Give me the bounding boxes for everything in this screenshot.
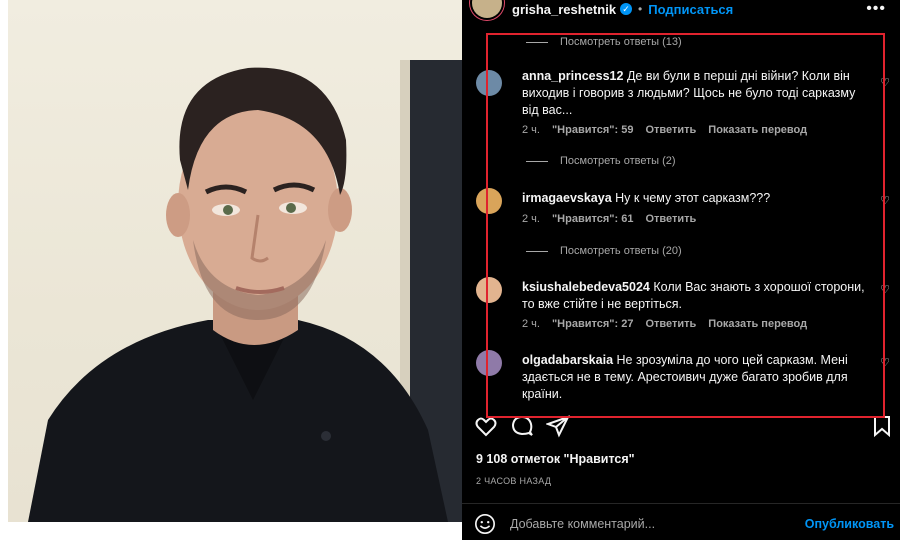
commenter-username[interactable]: irmagaevskaya (522, 191, 612, 205)
commenter-avatar[interactable] (476, 277, 502, 303)
translate-button[interactable]: Показать перевод (708, 318, 807, 330)
comment-time[interactable]: 2 ч. (522, 318, 540, 330)
replies-line (526, 160, 548, 162)
view-replies-button[interactable]: Посмотреть ответы (20) (526, 245, 682, 257)
reply-button[interactable]: Ответить (645, 124, 696, 136)
replies-line (526, 41, 548, 43)
comment-text-block: irmagaevskaya Ну к чему этот сарказм??? (522, 190, 872, 207)
reply-button[interactable]: Ответить (645, 318, 696, 330)
reply-button[interactable]: Ответить (645, 213, 696, 225)
comment-time[interactable]: 2 ч. (522, 213, 540, 225)
view-replies-label: Посмотреть ответы (13) (560, 36, 682, 48)
post-header: grisha_reshetnik ✓ • Подписаться ••• (472, 0, 900, 18)
more-options-icon[interactable]: ••• (866, 0, 886, 18)
portrait-illustration (28, 60, 462, 522)
comment-likes[interactable]: "Нравится": 61 (552, 213, 633, 225)
commenter-avatar[interactable] (476, 350, 502, 376)
replies-line (526, 250, 548, 252)
commenter-username[interactable]: anna_princess12 (522, 69, 623, 83)
comment-likes[interactable]: "Нравится": 27 (552, 318, 633, 330)
comment-meta: 2 ч. "Нравится": 59 Ответить Показать пе… (522, 124, 807, 136)
commenter-username[interactable]: olgadabarskaia (522, 353, 613, 367)
like-heart-icon[interactable] (474, 414, 498, 438)
post-image (8, 0, 462, 522)
publish-button[interactable]: Опубликовать (805, 517, 894, 531)
author-avatar[interactable] (472, 0, 502, 18)
verified-badge-icon: ✓ (620, 3, 633, 15)
post-action-bar (474, 414, 894, 442)
comment-text: Ну к чему этот сарказм??? (615, 191, 771, 205)
commenter-username[interactable]: ksiushalebedeva5024 (522, 280, 650, 294)
separator-dot: • (638, 2, 643, 16)
comment-text-block: olgadabarskaia Не зрозуміла до чого цей … (522, 352, 872, 403)
view-replies-button[interactable]: Посмотреть ответы (2) (526, 155, 676, 167)
comment-meta: 2 ч. "Нравится": 61 Ответить (522, 213, 696, 225)
comment-likes[interactable]: "Нравится": 59 (552, 124, 633, 136)
comment-text-block: ksiushalebedeva5024 Коли Вас знають з хо… (522, 279, 872, 313)
comment-text-block: anna_princess12 Де ви були в перші дні в… (522, 68, 872, 119)
comment-input[interactable]: Добавьте комментарий... (510, 517, 805, 531)
post-photo[interactable] (0, 0, 462, 540)
comment-bubble-icon[interactable] (510, 414, 534, 438)
comments-list[interactable]: Посмотреть ответы (13) anna_princess12 Д… (462, 30, 900, 412)
view-replies-label: Посмотреть ответы (2) (560, 155, 676, 167)
likes-count[interactable]: 9 108 отметок "Нравится" (476, 452, 635, 466)
add-comment-bar: Добавьте комментарий... Опубликовать (474, 512, 894, 536)
comment-heart-icon[interactable]: ♡ (880, 283, 890, 296)
view-replies-button[interactable]: Посмотреть ответы (13) (526, 36, 682, 48)
bookmark-icon[interactable] (870, 414, 894, 438)
view-replies-label: Посмотреть ответы (20) (560, 245, 682, 257)
post-side-panel: grisha_reshetnik ✓ • Подписаться ••• Пос… (462, 0, 900, 540)
translate-button[interactable]: Показать перевод (708, 124, 807, 136)
comment-meta: 2 ч. "Нравится": 27 Ответить Показать пе… (522, 318, 807, 330)
emoji-icon[interactable] (474, 513, 496, 535)
comment-time[interactable]: 2 ч. (522, 124, 540, 136)
share-send-icon[interactable] (546, 414, 570, 438)
commenter-avatar[interactable] (476, 70, 502, 96)
comment-heart-icon[interactable]: ♡ (880, 194, 890, 207)
comment-heart-icon[interactable]: ♡ (880, 76, 890, 89)
divider (462, 503, 900, 504)
follow-button[interactable]: Подписаться (648, 2, 733, 17)
comment-heart-icon[interactable]: ♡ (880, 356, 890, 369)
commenter-avatar[interactable] (476, 188, 502, 214)
post-time: 2 ЧАСОВ НАЗАД (476, 476, 552, 486)
author-username[interactable]: grisha_reshetnik (512, 2, 616, 17)
